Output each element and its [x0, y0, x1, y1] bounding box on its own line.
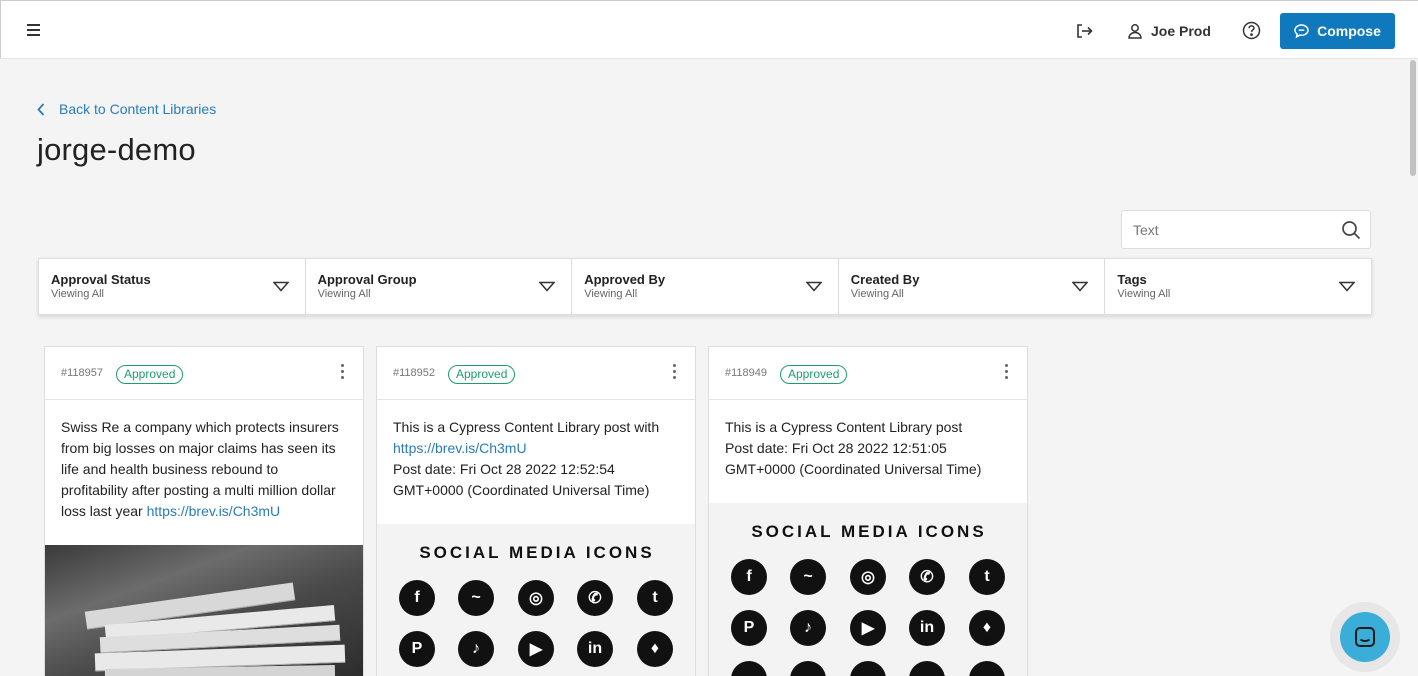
- search-box: [1121, 210, 1371, 249]
- filter-created-by[interactable]: Created By Viewing All: [839, 259, 1106, 314]
- linkedin-icon: in: [577, 631, 613, 667]
- more-options-icon[interactable]: [339, 364, 345, 382]
- filter-value: Viewing All: [850, 288, 904, 300]
- post-image: SOCIAL MEDIA ICONS f ~ ◎ ✆ t P ♪ ▶ in ♦: [709, 503, 1027, 676]
- filter-label: Approved By: [584, 272, 666, 287]
- post-link[interactable]: https://brev.is/Ch3mU: [393, 440, 527, 456]
- youtube-icon: ▶: [518, 631, 554, 667]
- post-text: Swiss Re a company which protects insure…: [45, 400, 363, 522]
- triangle-down-icon: [805, 281, 822, 292]
- card-header: #118957 Approved: [45, 347, 363, 400]
- post-image: SOCIAL MEDIA ICONS f ~ ◎ ✆ t P ♪ ▶ in ♦: [377, 524, 695, 676]
- image-caption: SOCIAL MEDIA ICONS: [751, 522, 987, 541]
- more-options-icon[interactable]: [1003, 364, 1009, 382]
- social-icon: [969, 661, 1005, 676]
- user-name: Joe Prod: [1151, 23, 1211, 39]
- search-input[interactable]: [1122, 211, 1332, 248]
- filter-label: Tags: [1117, 272, 1147, 287]
- card-header: #118949 Approved: [709, 347, 1027, 400]
- content-card[interactable]: #118957 Approved Swiss Re a company whic…: [44, 346, 364, 676]
- triangle-down-icon: [1072, 281, 1089, 292]
- social-icon: [731, 661, 767, 676]
- facebook-icon: f: [399, 580, 435, 616]
- filter-bar: Approval Status Viewing All Approval Gro…: [38, 258, 1372, 315]
- twitter-icon: t: [637, 580, 673, 616]
- instagram-icon: ◎: [850, 559, 886, 595]
- page-title: jorge-demo: [37, 132, 196, 167]
- filter-value: Viewing All: [317, 288, 371, 300]
- pinterest-icon: P: [399, 631, 435, 667]
- filter-value: Viewing All: [1117, 288, 1171, 300]
- post-image: [45, 545, 363, 676]
- linkedin-icon: in: [909, 610, 945, 646]
- post-date: Post date: Fri Oct 28 2022 12:52:54 GMT+…: [393, 461, 650, 498]
- help-icon[interactable]: [1242, 21, 1261, 40]
- logout-icon[interactable]: [1075, 22, 1093, 40]
- triangle-down-icon: [272, 281, 289, 292]
- more-options-icon[interactable]: [671, 364, 677, 382]
- filter-approval-group[interactable]: Approval Group Viewing All: [306, 259, 573, 314]
- chat-icon: [1355, 627, 1375, 647]
- chevron-left-icon: [37, 102, 45, 116]
- status-badge: Approved: [780, 365, 848, 384]
- whatsapp-icon: ✆: [909, 559, 945, 595]
- scrollbar-thumb[interactable]: [1410, 60, 1416, 176]
- content-card[interactable]: #118949 Approved This is a Cypress Conte…: [708, 346, 1028, 676]
- hamburger-menu-icon[interactable]: [27, 24, 40, 36]
- compose-label: Compose: [1317, 23, 1381, 39]
- post-text: This is a Cypress Content Library post w…: [377, 400, 695, 501]
- post-id: #118949: [725, 367, 768, 379]
- pinterest-icon: P: [731, 610, 767, 646]
- tinder-icon: ♦: [637, 631, 673, 667]
- tiktok-icon: ♪: [790, 610, 826, 646]
- youtube-icon: ▶: [850, 610, 886, 646]
- post-body: This is a Cypress Content Library post: [725, 419, 963, 435]
- post-text: This is a Cypress Content Library post P…: [709, 400, 1027, 480]
- post-link[interactable]: https://brev.is/Ch3mU: [147, 503, 281, 519]
- social-icon: [909, 661, 945, 676]
- filter-label: Approval Status: [51, 272, 151, 287]
- user-menu[interactable]: Joe Prod: [1127, 20, 1211, 42]
- chat-launcher-button[interactable]: [1340, 612, 1390, 662]
- messenger-icon: ~: [790, 559, 826, 595]
- filter-label: Approval Group: [317, 272, 417, 287]
- whatsapp-icon: ✆: [577, 580, 613, 616]
- triangle-down-icon: [539, 281, 556, 292]
- post-date: Post date: Fri Oct 28 2022 12:51:05 GMT+…: [725, 440, 982, 477]
- content-card[interactable]: #118952 Approved This is a Cypress Conte…: [376, 346, 696, 676]
- top-bar: Joe Prod Compose: [0, 0, 1418, 59]
- status-badge: Approved: [448, 365, 516, 384]
- compose-button[interactable]: Compose: [1280, 13, 1395, 49]
- card-header: #118952 Approved: [377, 347, 695, 400]
- tinder-icon: ♦: [969, 610, 1005, 646]
- facebook-icon: f: [731, 559, 767, 595]
- filter-label: Created By: [850, 272, 920, 287]
- instagram-icon: ◎: [518, 580, 554, 616]
- filter-value: Viewing All: [584, 288, 638, 300]
- search-icon[interactable]: [1341, 220, 1361, 240]
- back-to-content-libraries-link[interactable]: Back to Content Libraries: [37, 101, 216, 117]
- post-id: #118957: [61, 367, 104, 379]
- filter-tags[interactable]: Tags Viewing All: [1105, 259, 1371, 314]
- messenger-icon: ~: [458, 580, 494, 616]
- social-icon: [850, 661, 886, 676]
- tiktok-icon: ♪: [458, 631, 494, 667]
- twitter-icon: t: [969, 559, 1005, 595]
- social-icon: [790, 661, 826, 676]
- status-badge: Approved: [116, 365, 184, 384]
- user-icon: [1128, 24, 1142, 39]
- back-link-label: Back to Content Libraries: [59, 101, 217, 117]
- filter-approved-by[interactable]: Approved By Viewing All: [572, 259, 839, 314]
- triangle-down-icon: [1338, 281, 1355, 292]
- post-id: #118952: [393, 367, 436, 379]
- post-body: This is a Cypress Content Library post w…: [393, 419, 660, 435]
- filter-value: Viewing All: [51, 288, 104, 300]
- filter-approval-status[interactable]: Approval Status Viewing All: [39, 259, 306, 314]
- image-caption: SOCIAL MEDIA ICONS: [419, 543, 655, 562]
- chat-bubble-icon: [1294, 24, 1309, 38]
